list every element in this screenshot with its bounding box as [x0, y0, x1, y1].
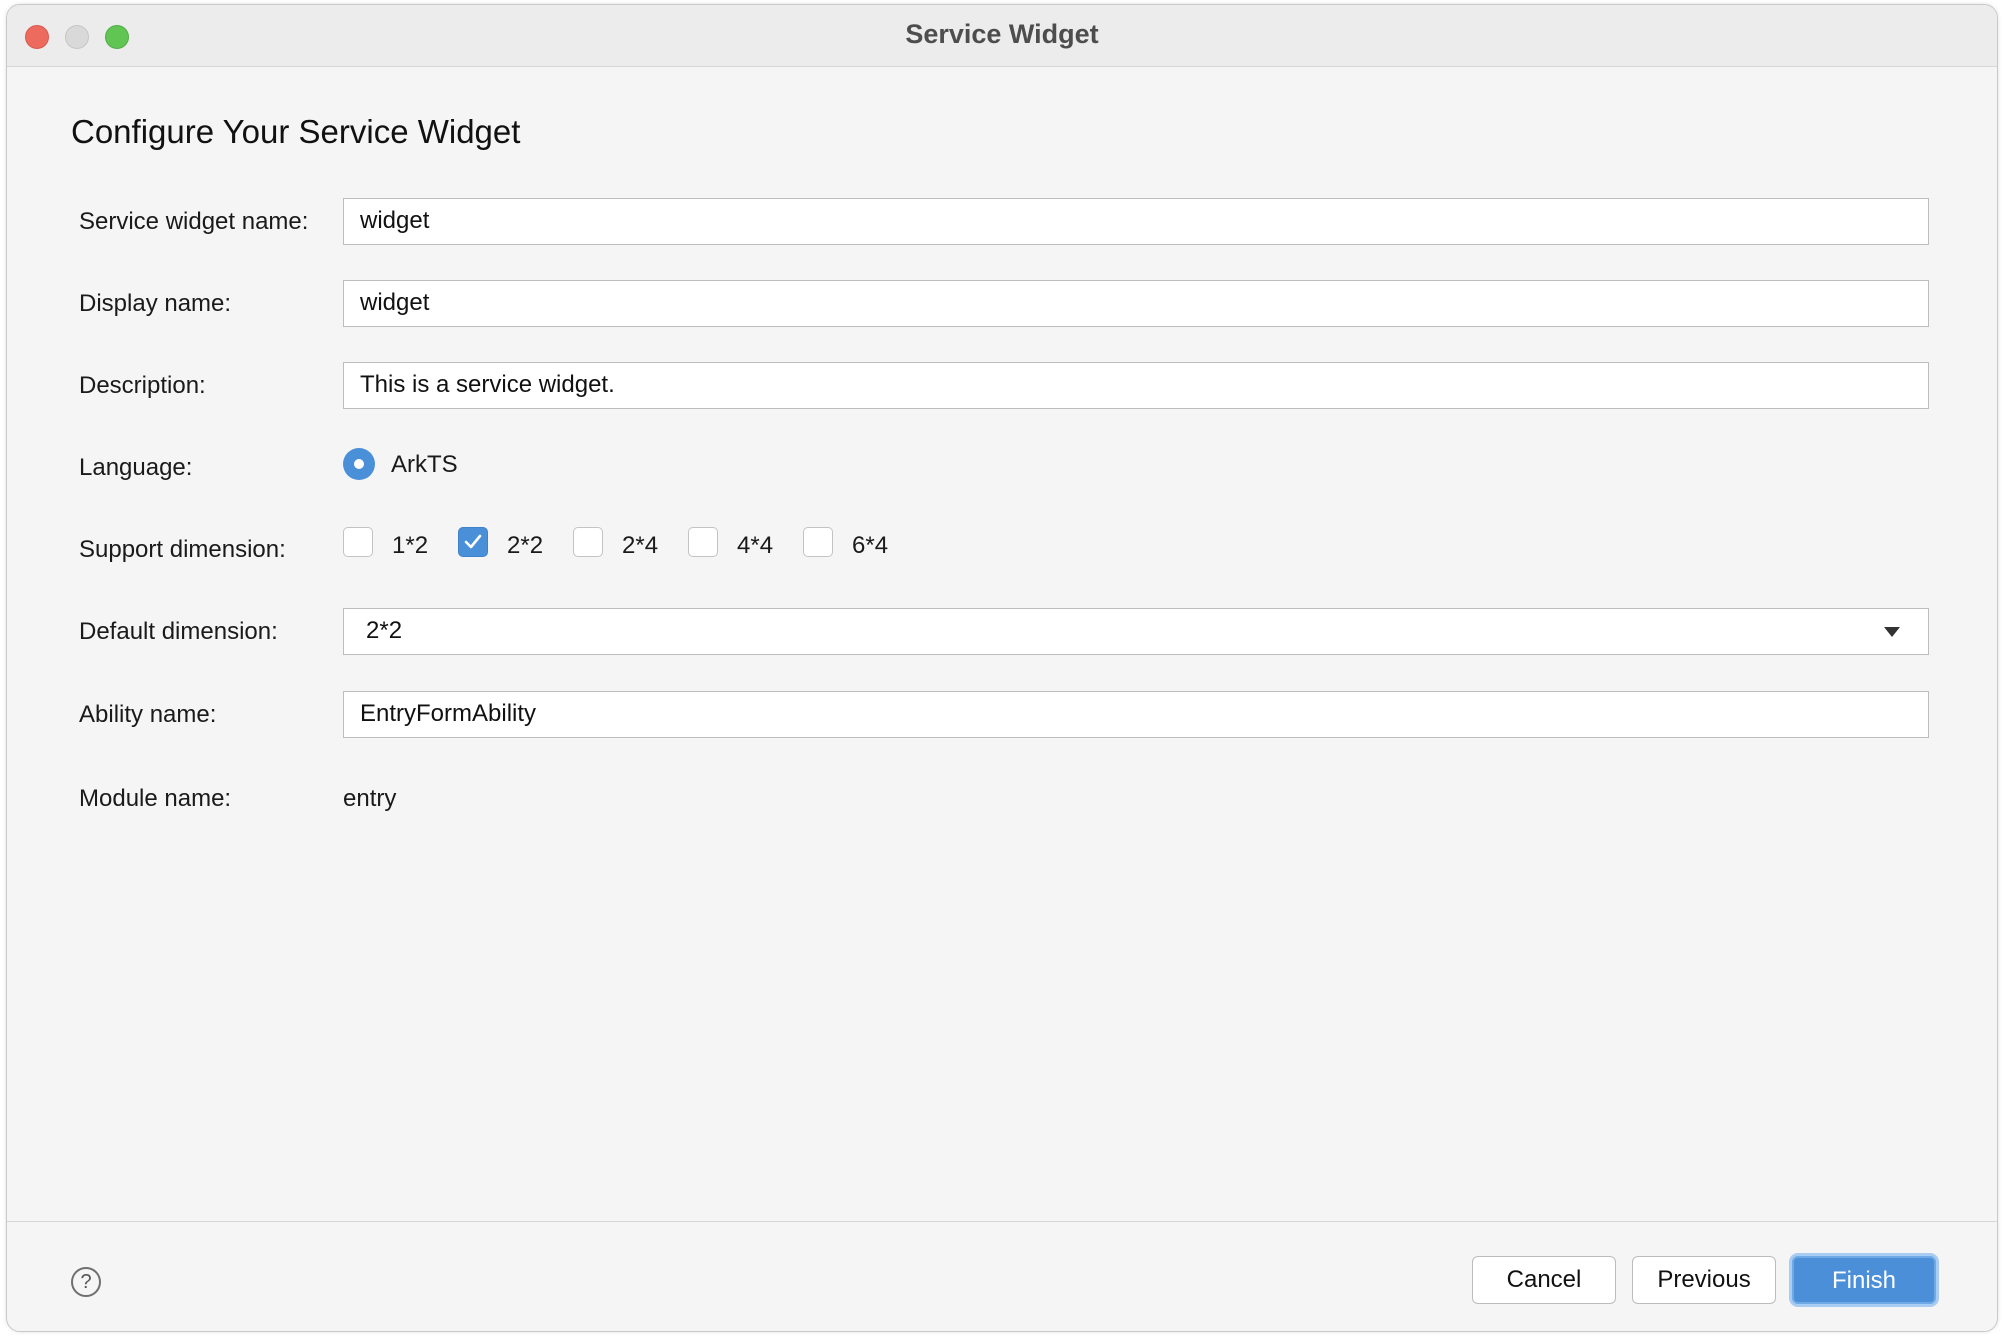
finish-button[interactable]: Finish — [1792, 1256, 1936, 1304]
module-name-label: Module name: — [79, 785, 232, 812]
language-label: Language: — [79, 454, 193, 481]
dimension-checkbox-2x2[interactable] — [458, 527, 488, 557]
dimension-checkbox-4x4[interactable] — [688, 527, 718, 557]
previous-button[interactable]: Previous — [1632, 1256, 1776, 1304]
description-input[interactable]: This is a service widget. — [343, 362, 1929, 409]
question-circle-icon[interactable]: ? — [71, 1267, 101, 1297]
dialog-window: Service Widget Configure Your Service Wi… — [6, 4, 1998, 1332]
dimension-option-label: 2*2 — [507, 532, 544, 559]
display-name-label: Display name: — [79, 290, 232, 317]
default-dimension-select[interactable]: 2*2 — [343, 608, 1929, 655]
dimension-option-label: 2*4 — [622, 532, 659, 559]
support-dimension-label: Support dimension: — [79, 536, 286, 563]
ability-name-label: Ability name: — [79, 701, 217, 728]
service-widget-name-label: Service widget name: — [79, 208, 309, 235]
title-bar: Service Widget — [7, 5, 1997, 67]
dimension-checkbox-1x2[interactable] — [343, 527, 373, 557]
module-name-value: entry — [343, 785, 397, 812]
cancel-button[interactable]: Cancel — [1472, 1256, 1616, 1304]
dimension-checkbox-6x4[interactable] — [803, 527, 833, 557]
description-label: Description: — [79, 372, 206, 399]
language-option-label: ArkTS — [391, 451, 458, 478]
display-name-input[interactable]: widget — [343, 280, 1929, 327]
page-title: Configure Your Service Widget — [71, 113, 521, 150]
radio-selected-dot — [354, 459, 364, 469]
dimension-option-label: 1*2 — [392, 532, 429, 559]
ability-name-input[interactable]: EntryFormAbility — [343, 691, 1929, 738]
window-title: Service Widget — [905, 19, 1099, 49]
default-dimension-value: 2*2 — [366, 617, 403, 644]
checkmark-icon — [464, 534, 482, 549]
dimension-checkbox-2x4[interactable] — [573, 527, 603, 557]
dimension-option-label: 4*4 — [737, 532, 774, 559]
language-radio-arkts[interactable] — [343, 448, 375, 480]
triangle-down-icon — [1884, 627, 1900, 637]
service-widget-name-input[interactable]: widget — [343, 198, 1929, 245]
dimension-option-label: 6*4 — [852, 532, 889, 559]
footer-divider — [7, 1221, 1997, 1222]
default-dimension-label: Default dimension: — [79, 618, 278, 645]
